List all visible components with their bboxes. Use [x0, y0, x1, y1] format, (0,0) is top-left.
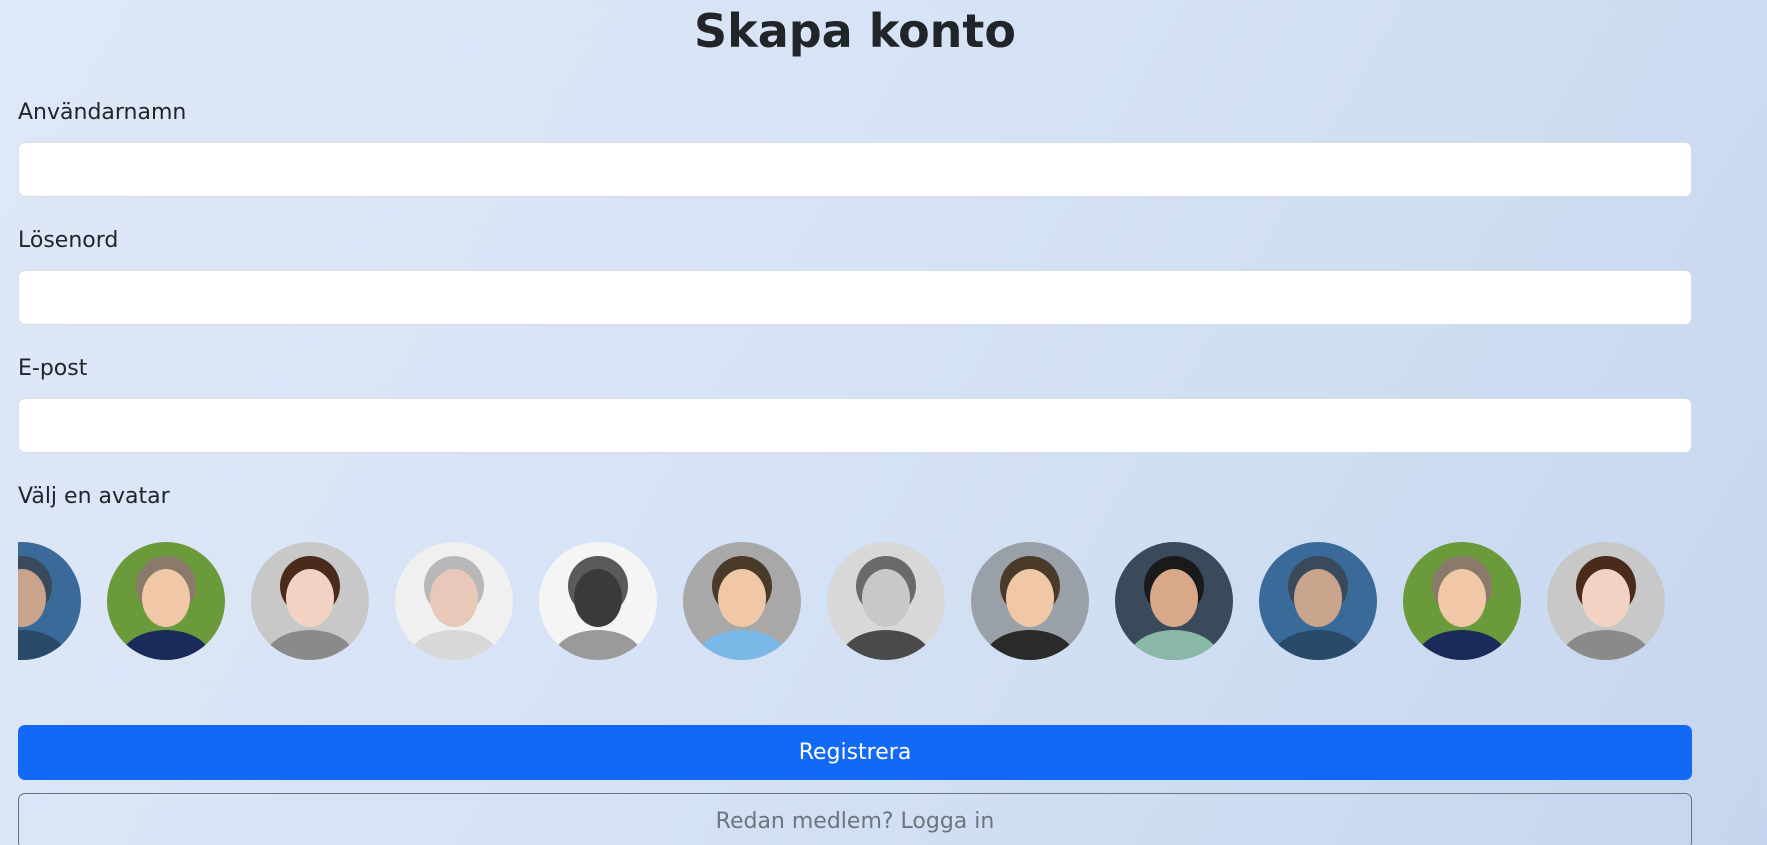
avatar-bald-man-blue-2[interactable]	[1259, 542, 1377, 660]
avatar-man-cap-bw[interactable]	[539, 542, 657, 660]
username-label: Användarnamn	[18, 100, 187, 125]
avatar-man-suit-group[interactable]	[971, 542, 1089, 660]
email-input[interactable]	[18, 398, 1692, 453]
avatar-label: Välj en avatar	[18, 484, 170, 509]
avatar-picker	[18, 542, 1692, 660]
login-button[interactable]: Redan medlem? Logga in	[18, 793, 1692, 845]
username-input[interactable]	[18, 142, 1692, 197]
page-title: Skapa konto	[693, 4, 1017, 58]
avatar-woman-scarf-2[interactable]	[1547, 542, 1665, 660]
password-label: Lösenord	[18, 228, 119, 253]
avatar-man-funny-face[interactable]	[395, 542, 513, 660]
avatar-child-curly[interactable]	[1115, 542, 1233, 660]
avatar-boy-smiling-2[interactable]	[1403, 542, 1521, 660]
avatar-boy-smiling[interactable]	[107, 542, 225, 660]
register-button[interactable]: Registrera	[18, 725, 1692, 780]
avatar-man-headphones[interactable]	[683, 542, 801, 660]
avatar-woman-scarf[interactable]	[251, 542, 369, 660]
avatar-woman-bw[interactable]	[827, 542, 945, 660]
avatar-bald-man-blue[interactable]	[18, 542, 81, 660]
password-input[interactable]	[18, 270, 1692, 325]
email-label: E-post	[18, 356, 88, 381]
